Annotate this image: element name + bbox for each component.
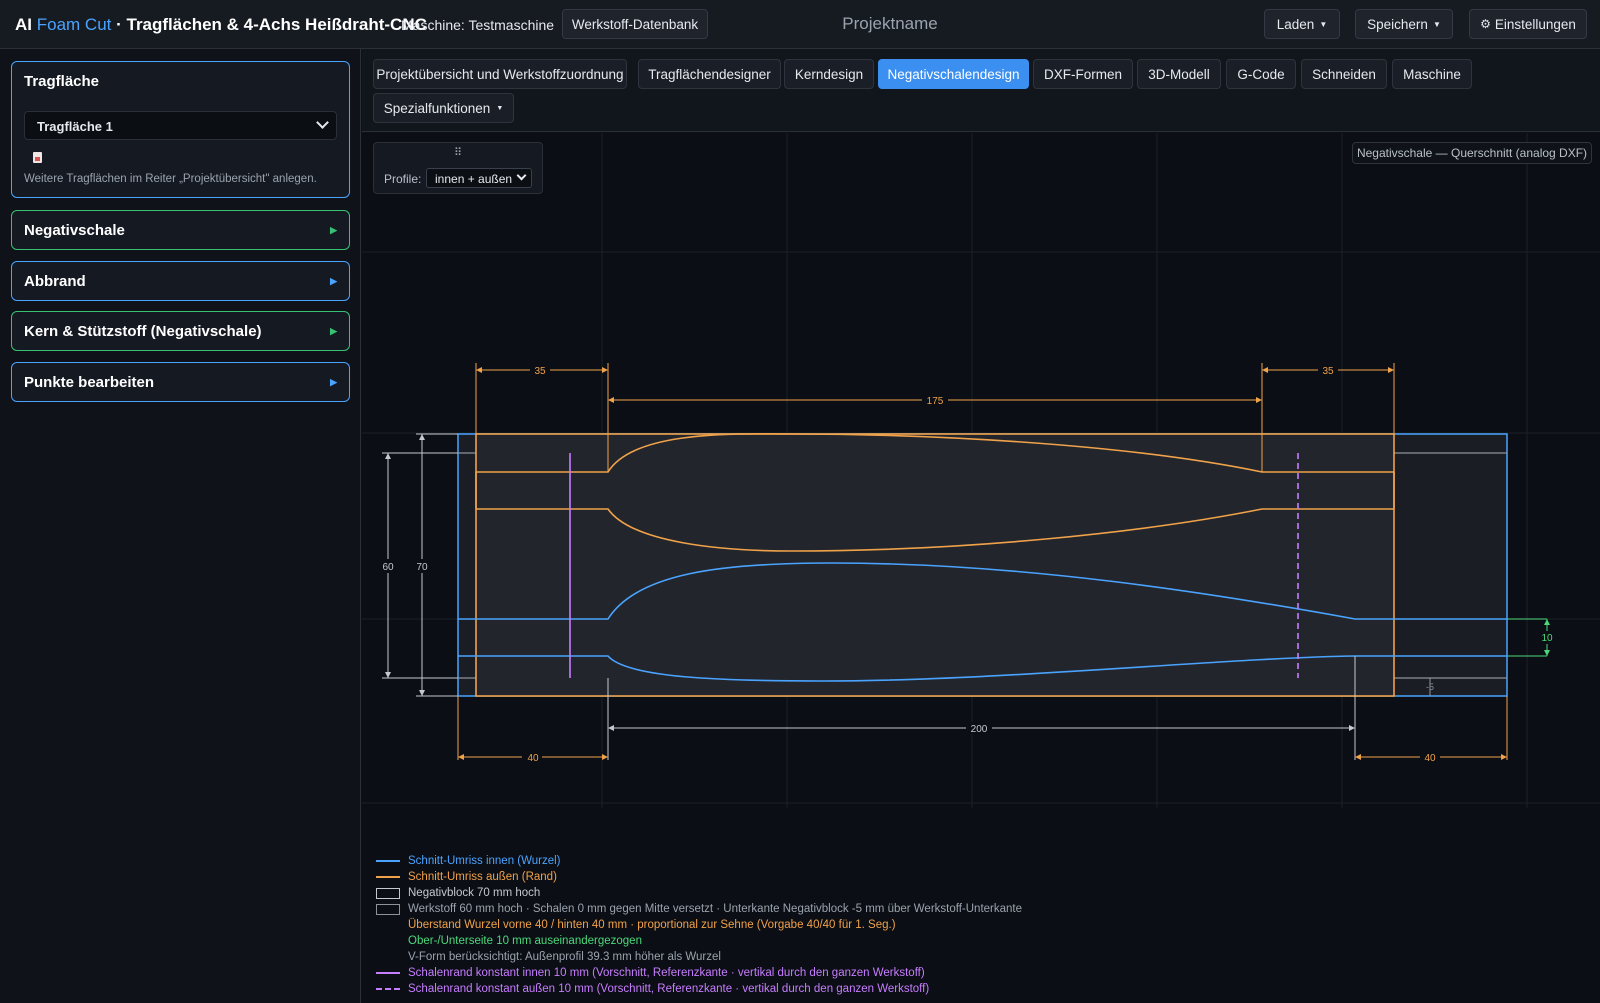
- save-button[interactable]: Speichern ▼: [1355, 9, 1453, 39]
- load-label: Laden: [1276, 16, 1315, 32]
- material-db-button[interactable]: Werkstoff-Datenbank: [562, 9, 708, 39]
- legend-swatch: [376, 860, 400, 862]
- machine-label: Maschine: Testmaschine: [401, 17, 555, 33]
- dim-spread: 10: [1541, 633, 1553, 644]
- tab-schneiden[interactable]: Schneiden: [1301, 59, 1387, 89]
- legend-item: Werkstoff 60 mm hoch · Schalen 0 mm gege…: [376, 901, 1022, 917]
- dim-top-mid: 175: [927, 396, 944, 407]
- tab-3d-modell[interactable]: 3D-Modell: [1137, 59, 1221, 89]
- legend-item: Schalenrand konstant innen 10 mm (Vorsch…: [376, 965, 1022, 981]
- settings-label: Einstellungen: [1494, 16, 1576, 32]
- legend-item: Schnitt-Umriss außen (Rand): [376, 869, 1022, 885]
- app-title: AI Foam Cut · Tragflächen & 4-Achs Heißd…: [15, 15, 427, 35]
- panel-negativschale[interactable]: Negativschale ▶: [11, 210, 350, 250]
- caret-down-icon: ▼: [496, 104, 504, 112]
- legend-swatch: [376, 887, 400, 899]
- dim-bottom-mid: 200: [971, 724, 988, 735]
- panel-title: Negativschale: [24, 221, 125, 239]
- legend-item: Negativblock 70 mm hoch: [376, 885, 1022, 901]
- wing-panel-title: Tragfläche: [24, 72, 100, 90]
- tab-bar: Projektübersicht und Werkstoffzuordnung …: [362, 49, 1600, 132]
- legend-swatch: [376, 972, 400, 974]
- legend-swatch: [376, 876, 400, 878]
- outer-profile: [475, 432, 1395, 697]
- view-caption: Negativschale — Querschnitt (analog DXF): [1352, 142, 1592, 164]
- legend-text: Schnitt-Umriss außen (Rand): [408, 871, 557, 883]
- caret-down-icon: ▼: [1432, 19, 1441, 29]
- tab-projektuebersicht[interactable]: Projektübersicht und Werkstoffzuordnung: [373, 59, 627, 89]
- tab-spezialfunktionen[interactable]: Spezialfunktionen ▼: [373, 93, 514, 123]
- tab-negativschalendesign[interactable]: Negativschalendesign: [878, 59, 1029, 89]
- project-name[interactable]: Projektname: [760, 14, 1020, 34]
- profile-select[interactable]: innen + außen: [426, 168, 532, 188]
- brand-foamcut: Foam Cut: [36, 15, 112, 34]
- legend-text: Ober-/Unterseite 10 mm auseinandergezoge…: [408, 935, 642, 947]
- panel-kern-stuetzstoff[interactable]: Kern & Stützstoff (Negativschale) ▶: [11, 311, 350, 351]
- tab-g-code[interactable]: G-Code: [1226, 59, 1296, 89]
- pdf-icon[interactable]: [33, 152, 42, 163]
- legend-text: Schalenrand konstant innen 10 mm (Vorsch…: [408, 967, 925, 979]
- wing-panel-header: Tragfläche: [12, 62, 349, 100]
- legend-item: V-Form berücksichtigt: Außenprofil 39.3 …: [376, 949, 1022, 965]
- legend-text: Werkstoff 60 mm hoch · Schalen 0 mm gege…: [408, 903, 1023, 915]
- tab-tragflaechendesigner[interactable]: Tragflächendesigner: [638, 59, 781, 89]
- wing-hint: Weitere Tragflächen im Reiter „Projektüb…: [24, 173, 317, 185]
- drawing-canvas[interactable]: 35 175 35 60 70 10 -5 200 40 40 ⠿ Profil…: [362, 133, 1600, 1003]
- dim-bottom-right: 40: [1424, 753, 1436, 764]
- legend-swatch: [376, 988, 400, 990]
- load-button[interactable]: Laden ▼: [1264, 9, 1340, 39]
- legend-text: V-Form berücksichtigt: Außenprofil 39.3 …: [408, 951, 721, 963]
- chevron-down-icon: [316, 116, 329, 129]
- dim-height-material: 60: [382, 562, 394, 573]
- legend-item: Schnitt-Umriss innen (Wurzel): [376, 853, 1022, 869]
- panel-title: Abbrand: [24, 272, 86, 290]
- top-bar: AI Foam Cut · Tragflächen & 4-Achs Heißd…: [0, 0, 1600, 49]
- legend: Schnitt-Umriss innen (Wurzel) Schnitt-Um…: [376, 853, 1022, 997]
- wing-select-value: Tragfläche 1: [37, 119, 113, 134]
- expand-arrow-icon: ▶: [330, 376, 337, 387]
- panel-abbrand[interactable]: Abbrand ▶: [11, 261, 350, 301]
- dim-bottom-left: 40: [527, 753, 539, 764]
- save-label: Speichern: [1367, 16, 1428, 32]
- expand-arrow-icon: ▶: [330, 224, 337, 235]
- wing-select[interactable]: Tragfläche 1: [24, 111, 337, 140]
- profile-label: Profile:: [384, 172, 422, 186]
- chevron-down-icon: [516, 170, 527, 181]
- expand-arrow-icon: ▶: [330, 325, 337, 336]
- drag-handle-icon[interactable]: ⠿: [454, 146, 462, 159]
- dim-top-left: 35: [534, 366, 546, 377]
- dim-offset: -5: [1426, 682, 1434, 692]
- brand-ai: AI: [15, 15, 32, 34]
- panel-title: Kern & Stützstoff (Negativschale): [24, 322, 262, 340]
- caret-down-icon: ▼: [1319, 19, 1328, 29]
- wing-panel: Tragfläche Tragfläche 1 Weitere Tragfläc…: [11, 61, 350, 198]
- legend-item: Schalenrand konstant außen 10 mm (Vorsch…: [376, 981, 1022, 997]
- settings-button[interactable]: ⚙ Einstellungen: [1469, 9, 1587, 39]
- legend-swatch: [376, 903, 400, 915]
- profile-select-value: innen + außen: [435, 172, 513, 186]
- tab-dxf-formen[interactable]: DXF-Formen: [1033, 59, 1133, 89]
- legend-text: Schalenrand konstant außen 10 mm (Vorsch…: [408, 983, 930, 995]
- legend-item: Überstand Wurzel vorne 40 / hinten 40 mm…: [376, 917, 1022, 933]
- legend-item: Ober-/Unterseite 10 mm auseinandergezoge…: [376, 933, 1022, 949]
- dim-height-block: 70: [416, 562, 428, 573]
- panel-punkte-bearbeiten[interactable]: Punkte bearbeiten ▶: [11, 362, 350, 402]
- main-area: Projektübersicht und Werkstoffzuordnung …: [362, 49, 1600, 1003]
- profile-control: ⠿ Profile: innen + außen: [373, 142, 543, 194]
- brand-subtitle: · Tragflächen & 4-Achs Heißdraht-CNC: [116, 15, 427, 34]
- expand-arrow-icon: ▶: [330, 275, 337, 286]
- tab-kerndesign[interactable]: Kerndesign: [784, 59, 874, 89]
- legend-text: Überstand Wurzel vorne 40 / hinten 40 mm…: [408, 919, 896, 931]
- panel-title: Punkte bearbeiten: [24, 373, 155, 391]
- legend-text: Negativblock 70 mm hoch: [408, 887, 541, 899]
- gear-icon: ⚙: [1480, 17, 1491, 31]
- tab-label: Spezialfunktionen: [383, 100, 491, 116]
- dim-top-right: 35: [1322, 366, 1334, 377]
- tab-maschine[interactable]: Maschine: [1392, 59, 1472, 89]
- legend-text: Schnitt-Umriss innen (Wurzel): [408, 855, 561, 867]
- sidebar: Tragfläche Tragfläche 1 Weitere Tragfläc…: [0, 49, 361, 1003]
